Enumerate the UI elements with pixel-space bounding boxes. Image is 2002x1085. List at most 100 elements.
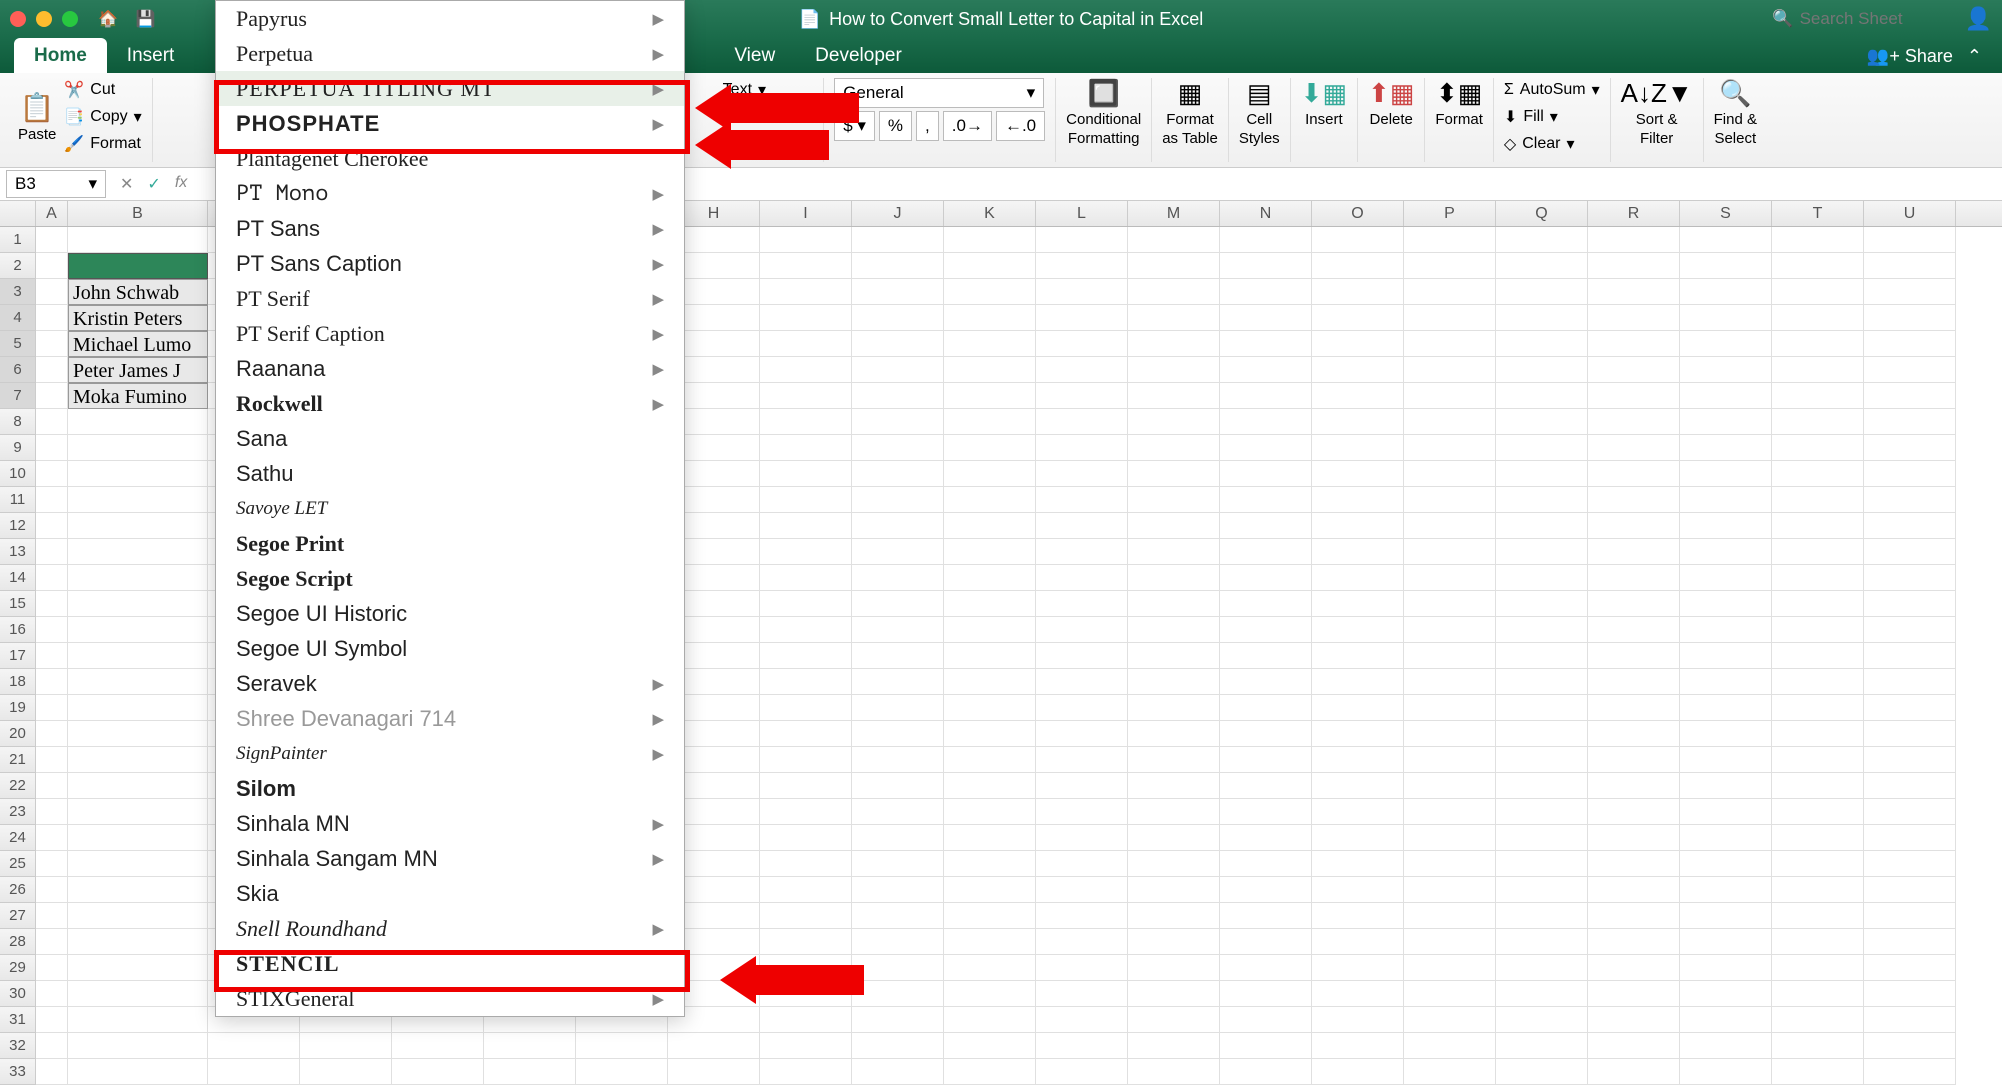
cell[interactable]: [1312, 955, 1404, 981]
font-menu-item[interactable]: Segoe Print: [216, 526, 684, 561]
cell[interactable]: [1588, 253, 1680, 279]
cell[interactable]: [760, 643, 852, 669]
cell-styles-button[interactable]: ▤CellStyles: [1239, 78, 1280, 147]
number-format-dropdown[interactable]: General▾: [834, 78, 1044, 108]
cell[interactable]: [36, 409, 68, 435]
cell[interactable]: [1864, 1059, 1956, 1085]
cell[interactable]: [944, 981, 1036, 1007]
row-header[interactable]: 12: [0, 513, 36, 539]
cell[interactable]: [1588, 539, 1680, 565]
cell[interactable]: [1036, 383, 1128, 409]
font-menu-item[interactable]: PT Sans Caption▶: [216, 246, 684, 281]
cell[interactable]: [36, 1059, 68, 1085]
cell[interactable]: [1864, 591, 1956, 617]
cell[interactable]: [944, 851, 1036, 877]
cell[interactable]: [1864, 539, 1956, 565]
cell[interactable]: [1404, 825, 1496, 851]
cell[interactable]: [1404, 669, 1496, 695]
row-header[interactable]: 27: [0, 903, 36, 929]
cell[interactable]: [1864, 747, 1956, 773]
cell[interactable]: [944, 903, 1036, 929]
font-menu-item[interactable]: Shree Devanagari 714▶: [216, 701, 684, 736]
cancel-icon[interactable]: ✕: [120, 174, 133, 194]
cell[interactable]: [1864, 877, 1956, 903]
cell[interactable]: [1220, 383, 1312, 409]
cell[interactable]: [852, 539, 944, 565]
cell[interactable]: [1772, 773, 1864, 799]
cell[interactable]: [1496, 721, 1588, 747]
cell[interactable]: [760, 253, 852, 279]
cell[interactable]: [36, 721, 68, 747]
cell[interactable]: [1312, 773, 1404, 799]
cell[interactable]: [1220, 877, 1312, 903]
cell[interactable]: [1680, 981, 1772, 1007]
cell[interactable]: [68, 851, 208, 877]
cell[interactable]: [944, 253, 1036, 279]
cell[interactable]: [1588, 721, 1680, 747]
cell[interactable]: [1864, 305, 1956, 331]
cell[interactable]: [1036, 721, 1128, 747]
font-menu-item[interactable]: Perpetua▶: [216, 36, 684, 71]
cell[interactable]: [1128, 487, 1220, 513]
fx-icon[interactable]: fx: [175, 174, 187, 194]
cell[interactable]: [1404, 331, 1496, 357]
cell[interactable]: [1588, 747, 1680, 773]
cell[interactable]: [1312, 617, 1404, 643]
cell[interactable]: [1220, 357, 1312, 383]
font-menu-item[interactable]: Segoe Script: [216, 561, 684, 596]
cell[interactable]: [1588, 1059, 1680, 1085]
cell[interactable]: [576, 1059, 668, 1085]
cell[interactable]: [1404, 461, 1496, 487]
cell[interactable]: [1588, 435, 1680, 461]
font-menu-item[interactable]: PERPETUA TITLING MT▶: [216, 71, 684, 106]
cell[interactable]: [1680, 747, 1772, 773]
cell[interactable]: [1864, 695, 1956, 721]
row-header[interactable]: 10: [0, 461, 36, 487]
cell[interactable]: [36, 435, 68, 461]
cell[interactable]: [36, 773, 68, 799]
cell[interactable]: [1036, 799, 1128, 825]
font-menu-item[interactable]: Silom: [216, 771, 684, 806]
cell[interactable]: [1772, 331, 1864, 357]
cell[interactable]: [852, 955, 944, 981]
cell[interactable]: [1404, 565, 1496, 591]
cell[interactable]: [944, 617, 1036, 643]
cell[interactable]: [1772, 669, 1864, 695]
cell[interactable]: [1128, 383, 1220, 409]
cell[interactable]: [1312, 877, 1404, 903]
cell[interactable]: [852, 981, 944, 1007]
cell[interactable]: [1680, 799, 1772, 825]
cell[interactable]: [1588, 461, 1680, 487]
cell[interactable]: [1772, 383, 1864, 409]
cell[interactable]: [68, 539, 208, 565]
cell[interactable]: [1588, 617, 1680, 643]
cell[interactable]: [1312, 825, 1404, 851]
cell[interactable]: [1220, 227, 1312, 253]
cell[interactable]: [1312, 981, 1404, 1007]
cell[interactable]: [1588, 565, 1680, 591]
cell[interactable]: [1496, 461, 1588, 487]
cell[interactable]: [1036, 565, 1128, 591]
row-header[interactable]: 26: [0, 877, 36, 903]
cell[interactable]: [1220, 929, 1312, 955]
cell[interactable]: [760, 357, 852, 383]
cell[interactable]: [1772, 253, 1864, 279]
cell[interactable]: [852, 227, 944, 253]
cell[interactable]: [760, 929, 852, 955]
cell[interactable]: [852, 825, 944, 851]
cell[interactable]: [1404, 435, 1496, 461]
cell[interactable]: [1588, 981, 1680, 1007]
cell[interactable]: [944, 487, 1036, 513]
cell[interactable]: [1588, 305, 1680, 331]
cell[interactable]: [1680, 643, 1772, 669]
row-header[interactable]: 17: [0, 643, 36, 669]
cell[interactable]: [36, 981, 68, 1007]
cell[interactable]: [1588, 279, 1680, 305]
cell[interactable]: [1220, 643, 1312, 669]
cell[interactable]: [1864, 955, 1956, 981]
cell[interactable]: [1312, 513, 1404, 539]
cell[interactable]: [1128, 981, 1220, 1007]
font-menu-item[interactable]: Savoye LET: [216, 491, 684, 526]
cell[interactable]: [1312, 747, 1404, 773]
cell[interactable]: [1220, 1007, 1312, 1033]
